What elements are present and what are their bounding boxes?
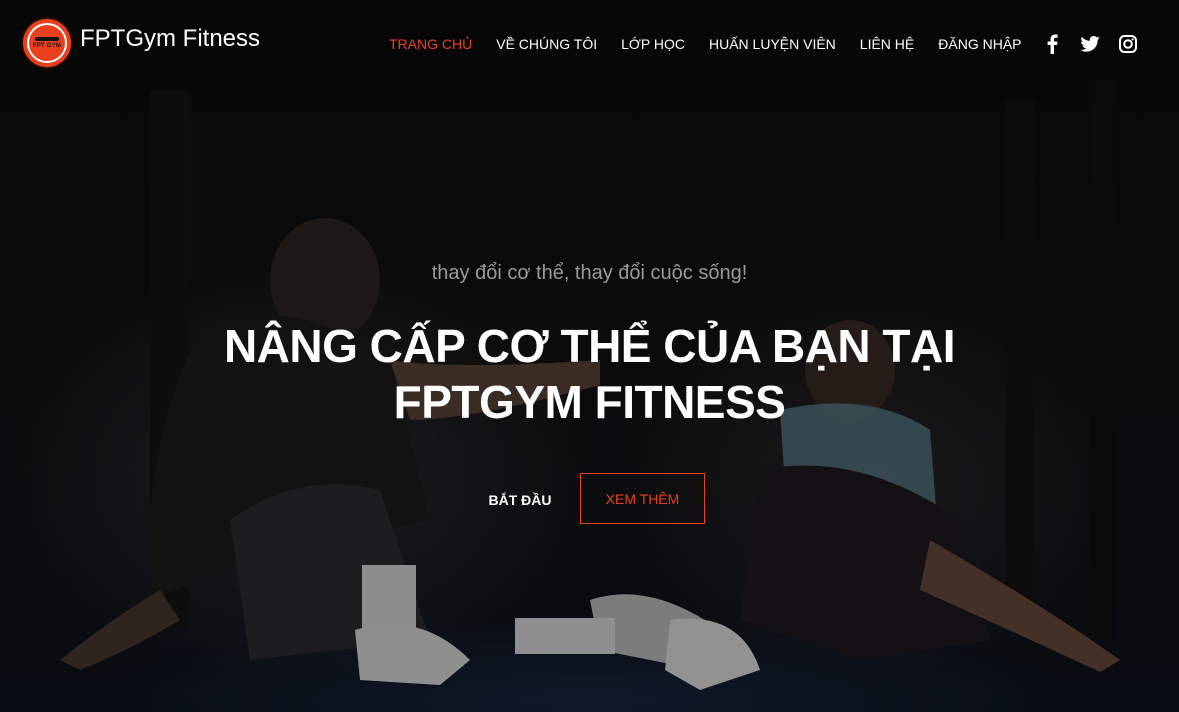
get-started-button[interactable]: BẮT ĐẦU (470, 478, 570, 522)
nav-item-contact[interactable]: LIÊN HỆ (860, 36, 914, 52)
nav-item-classes[interactable]: LỚP HỌC (621, 36, 685, 52)
facebook-icon[interactable] (1041, 33, 1063, 55)
site-header: FPT GYM FPTGym Fitness TRANG CHỦ VỀ CHÚN… (0, 0, 1179, 88)
dumbbell-icon (35, 37, 59, 41)
main-nav: TRANG CHỦ VỀ CHÚNG TÔI LỚP HỌC HUẤN LUYỆ… (389, 36, 1046, 52)
nav-item-login[interactable]: ĐĂNG NHẬP (938, 36, 1021, 52)
hero-headline: NÂNG CẤP CƠ THỂ CỦA BẠN TẠI FPTGYM FITNE… (0, 318, 1179, 430)
brand-name[interactable]: FPTGym Fitness (80, 25, 260, 53)
twitter-icon[interactable] (1079, 33, 1101, 55)
nav-item-home[interactable]: TRANG CHỦ (389, 36, 472, 52)
logo-emblem: FPT GYM (27, 23, 67, 63)
hero-tagline: thay đổi cơ thể, thay đổi cuộc sống! (431, 262, 748, 284)
logo-text: FPT GYM (32, 43, 62, 49)
social-links (1041, 33, 1155, 55)
headline-line-1: NÂNG CẤP CƠ THỂ CỦA BẠN TẠI (223, 320, 956, 372)
brand-logo[interactable]: FPT GYM (21, 17, 73, 69)
nav-item-trainers[interactable]: HUẤN LUYỆN VIÊN (709, 36, 836, 52)
headline-line-2: FPTGYM FITNESS (393, 376, 786, 428)
instagram-icon[interactable] (1117, 33, 1139, 55)
nav-item-about[interactable]: VỀ CHÚNG TÔI (496, 36, 597, 52)
learn-more-button[interactable]: XEM THÊM (580, 473, 705, 524)
